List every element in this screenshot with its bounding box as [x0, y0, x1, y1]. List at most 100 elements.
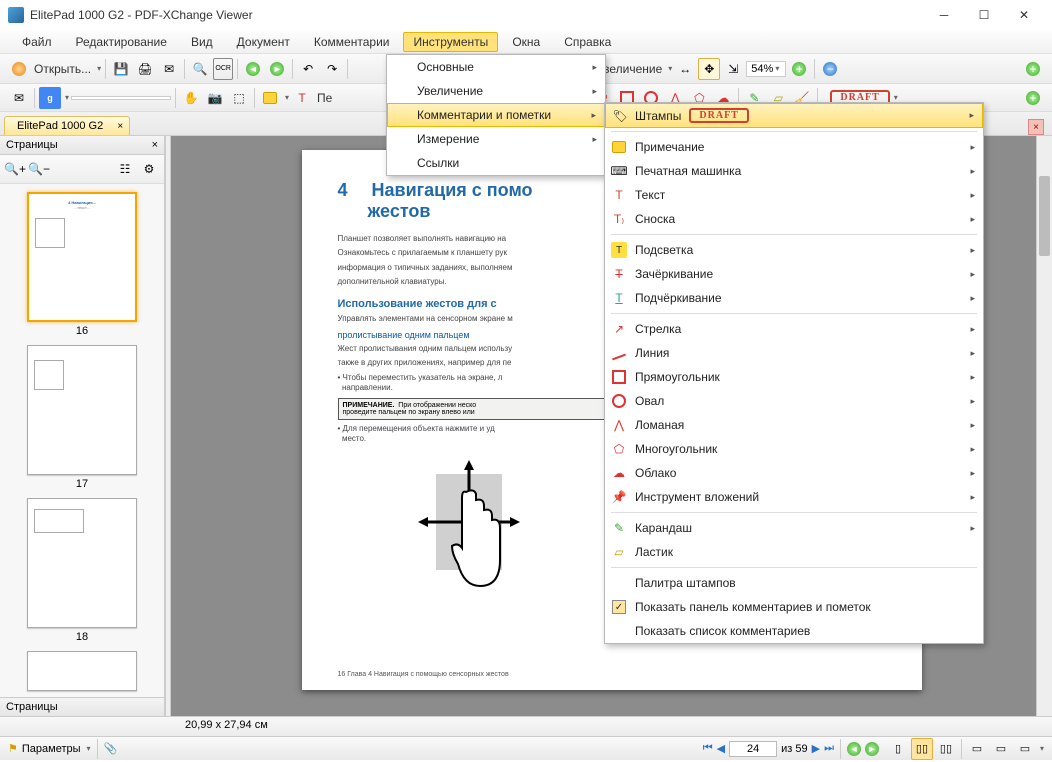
typewriter-item[interactable]: ⌨Печатная машинка▸ [605, 159, 983, 183]
tab-close-icon[interactable]: × [117, 121, 123, 132]
first-page-icon[interactable]: ⏮ [703, 742, 713, 755]
add-plugin2-icon[interactable]: + [1022, 87, 1044, 109]
highlight-item[interactable]: TПодсветка▸ [605, 238, 983, 262]
attachment-item[interactable]: 📌Инструмент вложений▸ [605, 485, 983, 509]
panel-close-icon[interactable]: × [152, 139, 158, 151]
zoom-dropdown-icon[interactable]: ▾ [668, 64, 672, 73]
thumb-opts-icon[interactable]: ☷ [114, 158, 136, 180]
thumb-gear-icon[interactable]: ⚙ [138, 158, 160, 180]
arrow-item[interactable]: ↗Стрелка▸ [605, 317, 983, 341]
fit-width-icon[interactable]: ↔ [674, 58, 696, 80]
thumb-zoomin-icon[interactable]: 🔍+ [4, 158, 26, 180]
search-field[interactable] [71, 96, 171, 100]
thumbnail[interactable]: 18 [27, 498, 137, 643]
zoom-in-icon[interactable]: + [788, 58, 810, 80]
thumbnail-list[interactable]: 4 Навигация...…текст… 16 17 18 [0, 184, 164, 697]
thumbnail[interactable] [27, 651, 137, 694]
nav-fwd-icon[interactable]: ► [266, 58, 288, 80]
stamp-dropdown-icon[interactable]: ▾ [894, 93, 898, 102]
zoom-combo[interactable]: 54%▾ [746, 61, 786, 77]
rect-item[interactable]: Прямоугольник▸ [605, 365, 983, 389]
view-dropdown-icon[interactable]: ▾ [1040, 744, 1044, 753]
layout1-icon[interactable]: ▯ [887, 738, 909, 760]
fwd-history-icon[interactable]: ► [865, 742, 879, 756]
view3-icon[interactable]: ▭ [1014, 738, 1036, 760]
maximize-button[interactable]: ☐ [964, 2, 1004, 28]
tools-basic-item[interactable]: Основные▸ [387, 55, 605, 79]
menu-view[interactable]: Вид [181, 32, 223, 52]
tools-zoom-item[interactable]: Увеличение▸ [387, 79, 605, 103]
attachment-icon[interactable]: 📎 [104, 742, 118, 755]
note-dropdown-icon[interactable]: ▾ [285, 93, 289, 102]
next-page-icon[interactable]: ▶ [812, 742, 820, 755]
fit-actual-icon[interactable]: ⇲ [722, 58, 744, 80]
line-item[interactable]: Линия▸ [605, 341, 983, 365]
eraser-item[interactable]: ▱Ластик [605, 540, 983, 564]
text-tool-icon[interactable]: T [291, 87, 313, 109]
stamps-item[interactable]: 🏷 Штампы DRAFT ▸ [605, 103, 983, 128]
back-history-icon[interactable]: ◄ [847, 742, 861, 756]
strike-item[interactable]: TЗачёркивание▸ [605, 262, 983, 286]
menu-help[interactable]: Справка [554, 32, 621, 52]
hand-icon[interactable]: ✋ [180, 87, 202, 109]
google-dropdown-icon[interactable]: ▾ [65, 93, 69, 102]
cloud-item[interactable]: ☁Облако▸ [605, 461, 983, 485]
pencil-item[interactable]: ✎Карандаш▸ [605, 516, 983, 540]
menu-tools[interactable]: Инструменты [403, 32, 498, 52]
tools-measure-item[interactable]: Измерение▸ [387, 127, 605, 151]
menu-comments[interactable]: Комментарии [304, 32, 400, 52]
menu-edit[interactable]: Редактирование [66, 32, 177, 52]
menu-file[interactable]: Файл [12, 32, 62, 52]
fit-page-icon[interactable]: ✥ [698, 58, 720, 80]
document-tab[interactable]: ElitePad 1000 G2 × [4, 116, 130, 135]
email-icon[interactable]: ✉ [158, 58, 180, 80]
layout2-icon[interactable]: ▯▯ [911, 738, 933, 760]
nav-back-icon[interactable]: ◄ [242, 58, 264, 80]
print-icon[interactable]: 🖨 [134, 58, 156, 80]
prev-page-icon[interactable]: ◀ [717, 742, 725, 755]
save-icon[interactable]: 💾 [110, 58, 132, 80]
mail-icon[interactable]: ✉ [8, 87, 30, 109]
google-icon[interactable]: g [39, 87, 61, 109]
select-icon[interactable]: ⬚ [228, 87, 250, 109]
menu-document[interactable]: Документ [227, 32, 300, 52]
last-page-icon[interactable]: ⏭ [824, 742, 834, 755]
undo-icon[interactable]: ↶ [297, 58, 319, 80]
tools-links-item[interactable]: Ссылки [387, 151, 605, 175]
tools-comments-item[interactable]: Комментарии и пометки▸ [387, 103, 605, 127]
options-button[interactable]: Параметры [22, 743, 81, 755]
underline-item[interactable]: TПодчёркивание▸ [605, 286, 983, 310]
redo-icon[interactable]: ↷ [321, 58, 343, 80]
show-list-item[interactable]: Показать список комментариев [605, 619, 983, 643]
note-item[interactable]: Примечание▸ [605, 135, 983, 159]
text-item[interactable]: TТекст▸ [605, 183, 983, 207]
page-number-input[interactable] [729, 741, 777, 757]
ocr-icon[interactable]: OCR [213, 58, 233, 80]
zoom-out-icon[interactable]: − [819, 58, 841, 80]
open-icon[interactable] [8, 58, 30, 80]
close-all-tabs-icon[interactable]: × [1028, 119, 1044, 135]
flag-icon[interactable]: ⚑ [8, 742, 18, 755]
thumbnail[interactable]: 17 [27, 345, 137, 490]
view1-icon[interactable]: ▭ [966, 738, 988, 760]
palette-item[interactable]: Палитра штампов [605, 571, 983, 595]
options-dropdown-icon[interactable]: ▾ [87, 744, 91, 753]
oval-item[interactable]: Овал▸ [605, 389, 983, 413]
layout3-icon[interactable]: ▯▯ [935, 738, 957, 760]
polygon-item[interactable]: ⬠Многоугольник▸ [605, 437, 983, 461]
thumbnail[interactable]: 4 Навигация...…текст… 16 [27, 192, 137, 337]
note-tool-icon[interactable] [259, 87, 281, 109]
menu-windows[interactable]: Окна [502, 32, 550, 52]
open-label[interactable]: Открыть... [32, 62, 93, 76]
minimize-button[interactable]: ─ [924, 2, 964, 28]
vertical-scrollbar[interactable] [1036, 136, 1052, 716]
search-icon[interactable]: 🔍 [189, 58, 211, 80]
view2-icon[interactable]: ▭ [990, 738, 1012, 760]
show-panel-item[interactable]: ✓Показать панель комментариев и пометок [605, 595, 983, 619]
open-dropdown-icon[interactable]: ▾ [97, 64, 101, 73]
add-plugin-icon[interactable]: + [1022, 58, 1044, 80]
snapshot-icon[interactable]: 📷 [204, 87, 226, 109]
thumb-zoomout-icon[interactable]: 🔍− [28, 158, 50, 180]
polyline-item[interactable]: ⋀Ломаная▸ [605, 413, 983, 437]
footnote-item[interactable]: T₎Сноска▸ [605, 207, 983, 231]
